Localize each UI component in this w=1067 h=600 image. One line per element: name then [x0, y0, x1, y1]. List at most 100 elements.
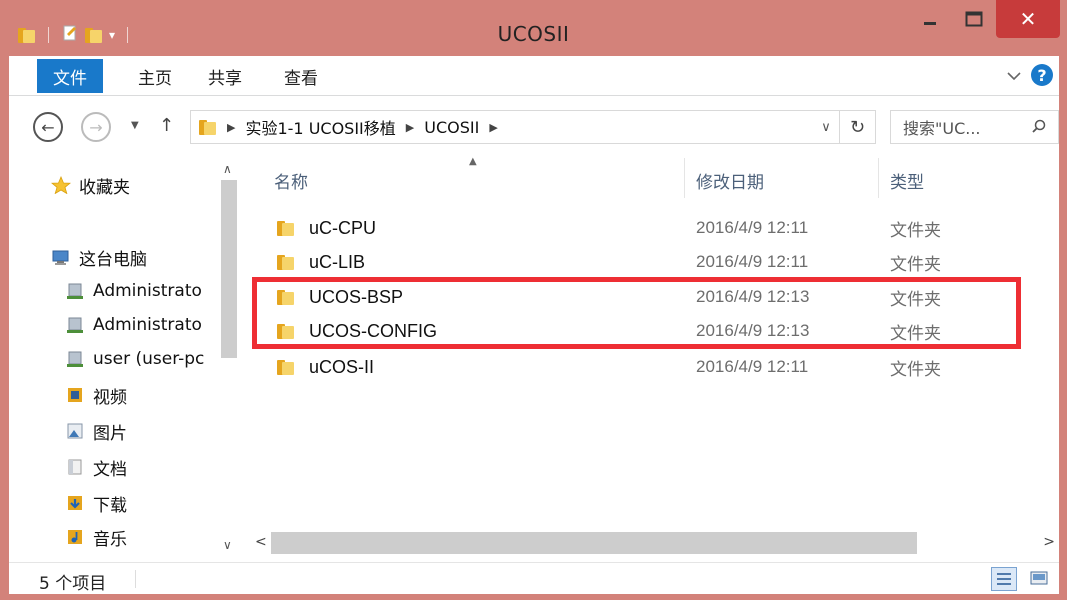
folder-icon [277, 358, 295, 376]
address-controls: ∨ ↻ [813, 111, 875, 143]
chevron-down-icon[interactable]: ∨ [813, 120, 839, 135]
nav-item-music[interactable]: 音乐 [65, 520, 127, 554]
file-row[interactable]: uC-CPU 2016/4/9 12:11 文件夹 [271, 212, 1011, 244]
nav-item-downloads[interactable]: 下载 [65, 486, 127, 520]
address-bar[interactable]: ▶ 实验1-1 UCOSII移植 ▶ UCOSII ▶ ∨ ↻ [190, 110, 876, 144]
item-count: 5 个项目 [39, 574, 107, 594]
file-type: 文件夹 [890, 220, 941, 241]
chevron-right-icon[interactable]: ▶ [406, 121, 414, 134]
tab-view[interactable]: 查看 [271, 56, 331, 96]
nav-item-videos[interactable]: 视频 [65, 378, 127, 412]
scrollbar-thumb[interactable] [271, 532, 917, 554]
file-row[interactable]: uCOS-II 2016/4/9 12:11 文件夹 [271, 351, 1011, 383]
horizontal-scrollbar[interactable]: < > [241, 530, 1059, 560]
tab-file[interactable]: 文件 [37, 59, 103, 93]
file-name: uC-LIB [309, 251, 366, 272]
nav-item-label: 音乐 [93, 529, 127, 550]
column-divider[interactable] [684, 158, 685, 198]
navigation-pane: 收藏夹 这台电脑 Administrato Administrato user … [9, 148, 241, 562]
close-icon: ✕ [1019, 7, 1037, 31]
nav-pane-scrollbar[interactable]: ∧ ∨ [217, 148, 241, 562]
maximize-button[interactable] [952, 0, 996, 38]
details-view-button[interactable] [991, 567, 1017, 591]
column-header-date[interactable]: 修改日期 [696, 168, 764, 193]
window-title: UCOSII [497, 22, 570, 46]
file-type: 文件夹 [890, 289, 941, 310]
nav-item-documents[interactable]: 文档 [65, 450, 127, 484]
nav-item-label: user (user-pc [93, 349, 205, 369]
refresh-icon[interactable]: ↻ [839, 111, 875, 143]
arrow-right-icon: → [89, 117, 103, 137]
nav-item-label: 下载 [93, 495, 127, 516]
folder-icon [277, 253, 295, 271]
title-bar: ▾ UCOSII ✕ [0, 0, 1067, 56]
chevron-left-icon[interactable]: < [255, 534, 267, 550]
nav-item-label: Administrato [93, 315, 202, 335]
nav-item-network-drive[interactable]: user (user-pc [65, 342, 204, 376]
chevron-right-icon[interactable]: ▶ [489, 121, 497, 134]
column-header-name[interactable]: 名称 [274, 168, 308, 193]
ribbon-right-controls: ? [1007, 64, 1053, 86]
nav-item-this-pc[interactable]: 这台电脑 [51, 240, 147, 274]
breadcrumb: ▶ 实验1-1 UCOSII移植 ▶ UCOSII ▶ [191, 115, 498, 139]
details-view-icon [997, 573, 1011, 585]
file-name: uC-CPU [309, 217, 377, 238]
recent-locations-icon[interactable]: ▼ [131, 120, 139, 131]
chevron-down-icon[interactable]: ∨ [223, 538, 232, 552]
file-date: 2016/4/9 12:11 [696, 218, 809, 237]
nav-item-label: Administrato [93, 281, 202, 301]
tab-home[interactable]: 主页 [125, 56, 185, 96]
expand-ribbon-icon[interactable] [1007, 66, 1021, 85]
arrow-left-icon: ← [41, 117, 55, 137]
search-input[interactable]: 搜索"UC... [890, 110, 1059, 144]
minimize-button[interactable] [908, 0, 952, 38]
star-icon [50, 175, 72, 195]
column-divider[interactable] [878, 158, 879, 198]
search-icon[interactable] [1032, 118, 1046, 137]
scrollbar-thumb[interactable] [221, 180, 237, 358]
pictures-folder-icon [65, 422, 85, 440]
file-name: uCOS-II [309, 356, 375, 377]
sort-ascending-icon: ▲ [469, 156, 477, 167]
file-row[interactable]: UCOS-CONFIG 2016/4/9 12:13 文件夹 [271, 315, 1011, 347]
file-row[interactable]: UCOS-BSP 2016/4/9 12:13 文件夹 [271, 281, 1011, 313]
address-row: ← → ▼ ↑ ▶ 实验1-1 UCOSII移植 ▶ UCOSII ▶ ∨ ↻ … [9, 96, 1059, 148]
network-drive-icon [65, 282, 85, 300]
breadcrumb-item[interactable]: 实验1-1 UCOSII移植 [245, 115, 395, 139]
column-header-type[interactable]: 类型 [890, 168, 924, 193]
file-type: 文件夹 [890, 323, 941, 344]
large-icons-view-button[interactable] [1029, 569, 1049, 587]
forward-button[interactable]: → [81, 112, 111, 142]
computer-icon [51, 248, 71, 266]
file-list: ▲ 名称 修改日期 类型 uC-CPU 2016/4/9 12:11 文件夹 u… [241, 148, 1059, 562]
chevron-right-icon[interactable]: ▶ [227, 121, 235, 134]
tab-share[interactable]: 共享 [195, 56, 255, 96]
help-icon[interactable]: ? [1031, 64, 1053, 86]
video-folder-icon [65, 386, 85, 404]
nav-item-favorites[interactable]: 收藏夹 [50, 168, 130, 202]
up-icon[interactable]: ↑ [159, 115, 174, 136]
nav-item-pictures[interactable]: 图片 [65, 414, 127, 448]
back-button[interactable]: ← [33, 112, 63, 142]
file-row[interactable]: uC-LIB 2016/4/9 12:11 文件夹 [271, 246, 1011, 278]
close-button[interactable]: ✕ [996, 0, 1060, 38]
downloads-folder-icon [65, 494, 85, 512]
search-placeholder: 搜索"UC... [903, 119, 981, 138]
file-date: 2016/4/9 12:13 [696, 287, 810, 306]
nav-item-network-drive[interactable]: Administrato [65, 274, 202, 308]
status-bar: 5 个项目 [9, 562, 1059, 594]
breadcrumb-item[interactable]: UCOSII [424, 118, 479, 137]
explorer-window: ▾ UCOSII ✕ 文件 主页 共享 查看 ? ← → ▼ ↑ ▶ 实验1-1… [0, 0, 1067, 600]
maximize-icon [965, 11, 983, 27]
file-name: UCOS-CONFIG [309, 320, 437, 341]
chevron-up-icon[interactable]: ∧ [223, 162, 232, 176]
music-folder-icon [65, 528, 85, 546]
status-divider [135, 570, 136, 588]
nav-item-network-drive[interactable]: Administrato [65, 308, 202, 342]
folder-icon [277, 322, 295, 340]
chevron-right-icon[interactable]: > [1043, 534, 1055, 550]
documents-folder-icon [65, 458, 85, 476]
nav-item-label: 图片 [93, 423, 127, 444]
file-date: 2016/4/9 12:11 [696, 252, 809, 271]
network-drive-icon [65, 316, 85, 334]
